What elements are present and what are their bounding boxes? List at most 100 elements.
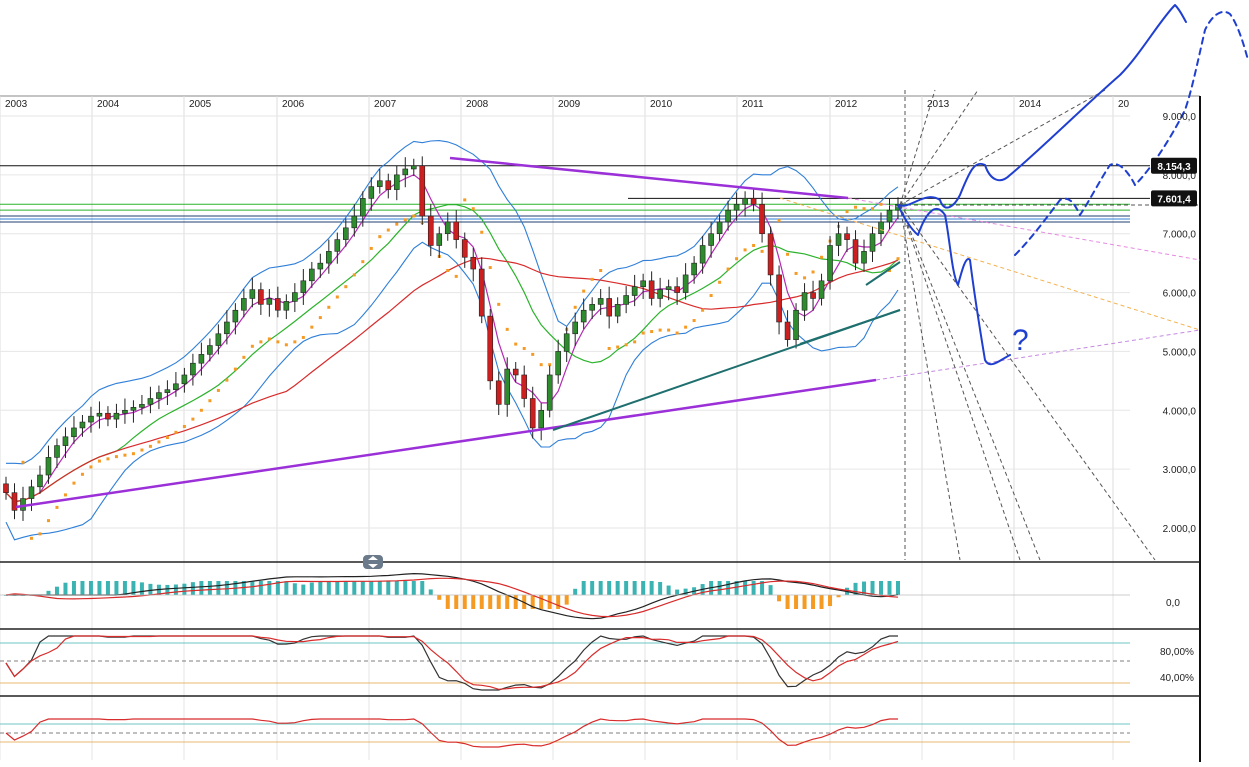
sar-dot bbox=[225, 378, 229, 382]
macd-bar bbox=[513, 595, 518, 609]
candle-body bbox=[495, 380, 502, 405]
candle-body bbox=[359, 198, 366, 217]
candle-body bbox=[164, 389, 171, 393]
candle-body bbox=[665, 286, 672, 290]
sar-dot bbox=[488, 266, 492, 270]
sar-dot bbox=[735, 257, 739, 261]
sar-dot bbox=[760, 249, 764, 253]
candle-body bbox=[147, 398, 154, 405]
candle-body bbox=[393, 174, 400, 190]
candle-body bbox=[589, 304, 595, 311]
sar-dot bbox=[174, 430, 178, 434]
macd-bar bbox=[386, 581, 391, 595]
candle-body bbox=[410, 165, 417, 170]
sar-dot bbox=[361, 260, 365, 264]
candle-body bbox=[827, 245, 833, 282]
annotation-question-mark: ? bbox=[1012, 324, 1029, 357]
candle-body bbox=[555, 351, 561, 376]
macd-bar bbox=[505, 595, 510, 609]
sar-dot bbox=[148, 444, 152, 448]
candle-body bbox=[275, 298, 281, 311]
sar-dot bbox=[786, 252, 790, 256]
sar-dot bbox=[310, 325, 314, 329]
chart-area[interactable]: ? 2003 2004 2005 2006 2007 2008 2009 2010 2011 20… bbox=[0, 0, 1249, 762]
sar-dot bbox=[114, 455, 118, 459]
candle-body bbox=[266, 298, 273, 305]
sar-dot bbox=[72, 481, 76, 485]
sar-dot bbox=[131, 452, 135, 456]
sar-dot bbox=[369, 246, 373, 250]
candle-body bbox=[776, 274, 782, 323]
macd-bar bbox=[870, 581, 875, 595]
sar-dot bbox=[276, 340, 280, 344]
candle-body bbox=[54, 445, 60, 458]
macd-bar bbox=[377, 581, 382, 595]
candle-body bbox=[45, 457, 52, 476]
macd-bar bbox=[148, 583, 153, 595]
candle-body bbox=[784, 321, 791, 340]
sar-dot bbox=[820, 255, 824, 259]
sar-dot bbox=[352, 273, 356, 277]
macd-bar bbox=[394, 581, 399, 595]
sar-dot bbox=[879, 202, 883, 206]
sar-dot bbox=[803, 276, 807, 280]
macd-bar bbox=[828, 595, 833, 607]
sar-dot bbox=[514, 342, 518, 346]
x-tick-label: 2008 bbox=[466, 99, 489, 110]
sar-dot bbox=[675, 331, 679, 335]
y-tick-label: 2.000,0 bbox=[1163, 524, 1197, 535]
macd-bar bbox=[216, 581, 221, 595]
sar-dot bbox=[191, 417, 195, 421]
candle-body bbox=[844, 233, 850, 240]
collapse-handle-icon[interactable] bbox=[363, 555, 383, 569]
sar-dot bbox=[658, 328, 662, 332]
macd-bar bbox=[556, 595, 561, 609]
macd-bar bbox=[284, 581, 289, 595]
candle-body bbox=[181, 374, 188, 385]
candle-body bbox=[79, 421, 86, 429]
candle-body bbox=[674, 286, 680, 293]
candle-body bbox=[597, 298, 604, 305]
candle-body bbox=[62, 436, 69, 446]
macd-bar bbox=[641, 581, 646, 595]
sar-dot bbox=[531, 352, 535, 356]
macd-y-tick: 0,0 bbox=[1166, 598, 1180, 609]
macd-bar bbox=[751, 581, 756, 595]
candle-body bbox=[521, 374, 528, 399]
sar-dot bbox=[590, 277, 594, 281]
y-tick-label: 3.000,0 bbox=[1163, 465, 1197, 476]
sar-dot bbox=[471, 207, 475, 211]
candle-body bbox=[334, 239, 341, 252]
macd-bar bbox=[590, 581, 595, 595]
macd-bar bbox=[488, 595, 493, 609]
sar-dot bbox=[709, 294, 713, 298]
candle-body bbox=[818, 280, 825, 299]
candle-body bbox=[376, 180, 383, 187]
x-tick-label: 2011 bbox=[742, 99, 764, 110]
y-tick-label: 9.000,0 bbox=[1163, 112, 1197, 123]
candle-body bbox=[427, 215, 434, 246]
macd-bar bbox=[471, 595, 476, 609]
macd-bar bbox=[887, 581, 892, 595]
macd-bar bbox=[411, 581, 416, 595]
macd-bar bbox=[717, 581, 722, 595]
x-tick-label: 2012 bbox=[835, 99, 858, 110]
macd-bar bbox=[428, 589, 433, 595]
candle-body bbox=[614, 304, 621, 317]
sar-dot bbox=[845, 210, 849, 214]
sar-dot bbox=[607, 346, 611, 350]
sar-dot bbox=[318, 316, 322, 320]
macd-bar bbox=[173, 584, 178, 595]
x-tick-label: 2004 bbox=[97, 99, 120, 110]
sar-dot bbox=[106, 457, 110, 461]
candle-body bbox=[852, 239, 859, 264]
candle-body bbox=[453, 221, 460, 240]
macd-bar bbox=[267, 581, 272, 595]
sar-dot bbox=[667, 328, 671, 332]
candle-body bbox=[402, 168, 409, 176]
sar-dot bbox=[208, 399, 212, 403]
sar-dot bbox=[55, 505, 59, 509]
sar-dot bbox=[539, 363, 543, 367]
macd-bar bbox=[352, 581, 357, 595]
macd-bar bbox=[632, 581, 637, 595]
